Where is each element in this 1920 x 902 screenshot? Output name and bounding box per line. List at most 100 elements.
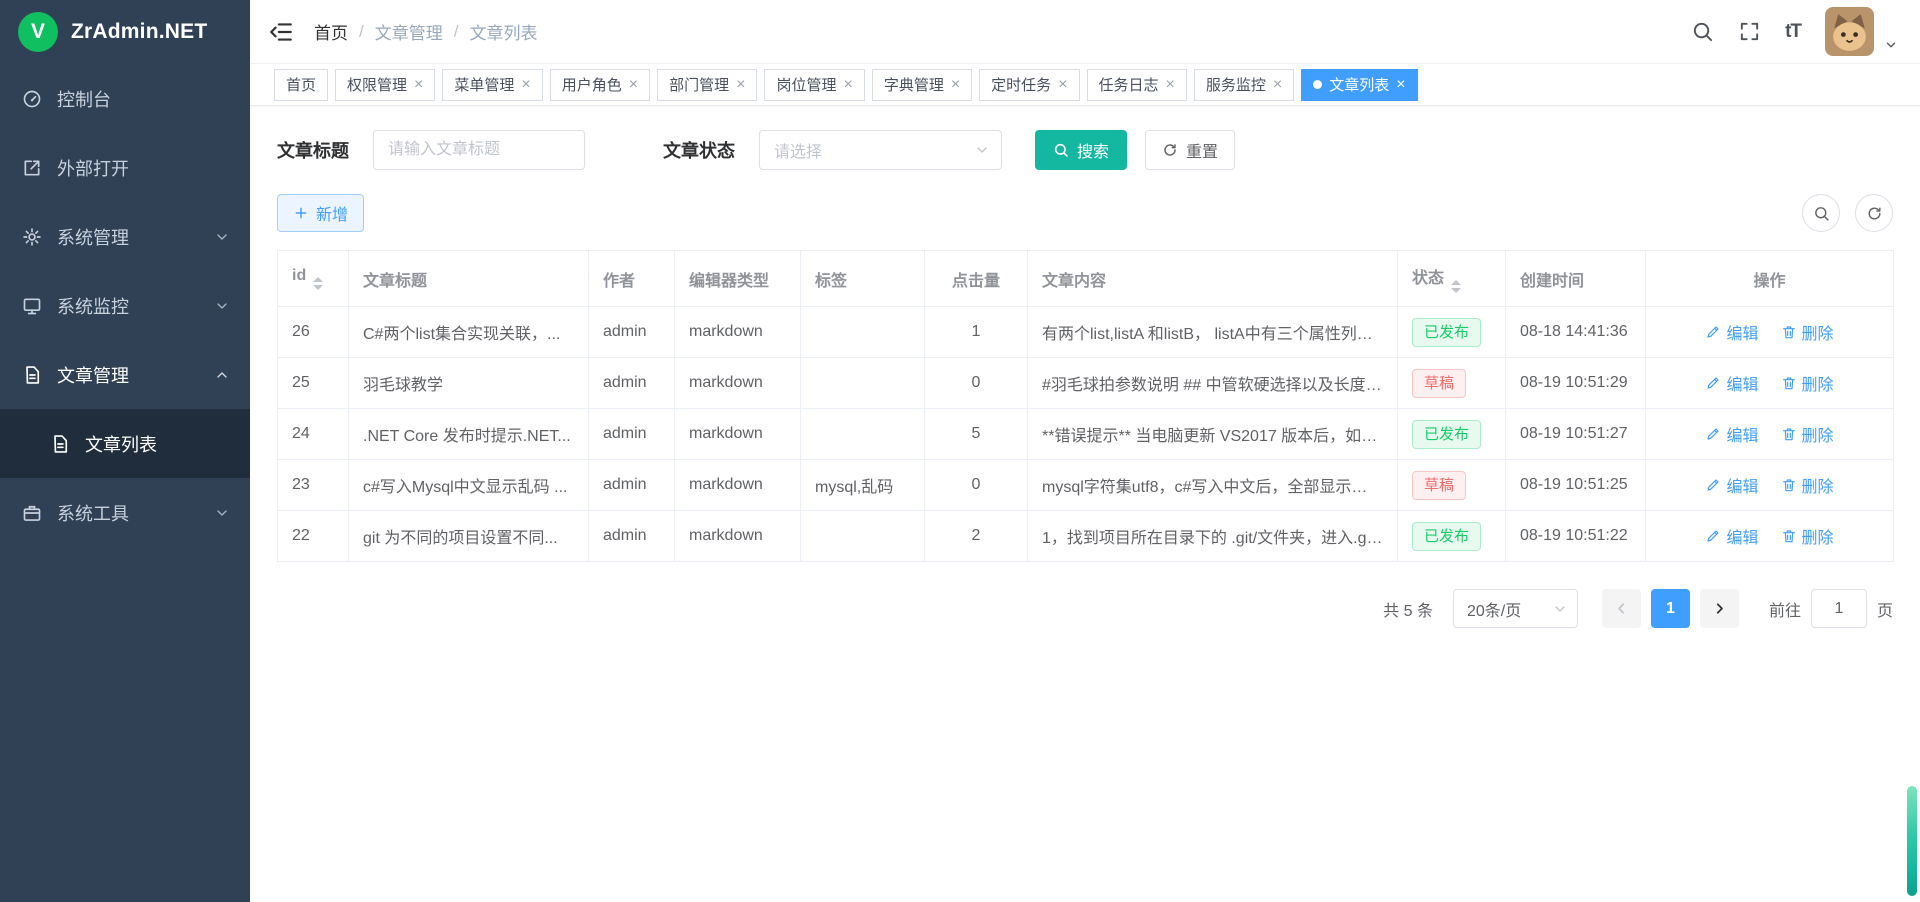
column-header-editor: 编辑器类型 [675,251,801,307]
sidebar-item-system-monitor[interactable]: 系统监控 [0,271,250,340]
scrollbar-thumb[interactable] [1907,786,1917,896]
delete-button[interactable]: 删除 [1781,371,1834,395]
table-row: 24.NET Core 发布时提示.NET...adminmarkdown5**… [278,409,1894,460]
cell-author: admin [589,460,675,511]
article-title-input[interactable] [373,130,585,170]
tag-post[interactable]: 岗位管理 × [764,69,864,101]
tag-label: 岗位管理 [776,74,836,95]
tag-permission[interactable]: 权限管理× [335,69,435,101]
tag-label: 菜单管理 [454,74,514,95]
cell-created: 08-19 10:51:25 [1506,460,1646,511]
tag-schedule[interactable]: 定时任务× [979,69,1079,101]
caret-down-icon[interactable] [1884,38,1898,52]
close-icon[interactable]: × [1396,77,1405,93]
cell-actions: 编辑删除 [1646,307,1894,358]
table-header-row: id文章标题作者编辑器类型标签点击量文章内容状态创建时间操作 [278,251,1894,307]
tag-menu[interactable]: 菜单管理 × [442,69,542,101]
fullscreen-icon[interactable] [1738,20,1761,43]
close-icon[interactable]: × [521,77,530,93]
sort-icon[interactable] [1451,280,1461,293]
cat-avatar-image [1825,7,1874,56]
cell-hits: 1 [925,307,1028,358]
close-icon[interactable]: × [951,77,960,93]
logo-icon: V [18,12,58,52]
sidebar-item-article-management[interactable]: 文章管理 [0,340,250,409]
trash-icon [1781,426,1797,442]
cell-editor: markdown [675,511,801,562]
delete-button[interactable]: 删除 [1781,473,1834,497]
doc-icon [22,365,42,385]
chevron-up-icon [214,367,230,383]
search-icon [1053,142,1069,158]
sidebar-item-system-management[interactable]: 系统管理 [0,202,250,271]
reset-button[interactable]: 重置 [1145,130,1235,170]
search-icon[interactable] [1691,20,1714,43]
close-icon[interactable]: × [736,77,745,93]
font-size-icon[interactable]: tT [1785,21,1801,43]
trash-icon [1781,375,1797,391]
article-title-label: 文章标题 [277,137,349,163]
cell-editor: markdown [675,460,801,511]
tag-server-monitor[interactable]: 服务监控× [1194,69,1294,101]
column-header-id[interactable]: id [278,251,349,307]
cell-actions: 编辑删除 [1646,511,1894,562]
tag-dictionary[interactable]: 字典管理× [872,69,972,101]
close-icon[interactable]: × [414,77,423,93]
column-header-author: 作者 [589,251,675,307]
delete-button[interactable]: 删除 [1781,422,1834,446]
goto-page-input[interactable] [1811,589,1867,628]
sidebar-item-console[interactable]: 控制台 [0,64,250,133]
tag-task-log[interactable]: 任务日志 × [1087,69,1187,101]
tag-label: 部门管理 [669,74,729,95]
cell-content: #羽毛球拍参数说明 ## 中管软硬选择以及长度介... [1028,358,1398,409]
prev-page-button[interactable] [1602,589,1641,628]
close-icon[interactable]: × [629,77,638,93]
close-icon[interactable]: × [1166,77,1175,93]
sidebar-item-system-tools[interactable]: 系统工具 [0,478,250,547]
tag-home[interactable]: 首页 [274,69,328,101]
avatar[interactable] [1825,7,1874,56]
toggle-search-button[interactable] [1802,194,1840,232]
sidebar-item-article-list[interactable]: 文章列表 [0,409,250,478]
edit-button[interactable]: 编辑 [1705,320,1758,344]
tools-icon [22,503,42,523]
tag-article-list[interactable]: 文章列表× [1301,69,1417,101]
sidebar-item-external-open[interactable]: 外部打开 [0,133,250,202]
close-icon[interactable]: × [843,77,852,93]
fold-menu-icon[interactable] [268,19,294,45]
edit-button[interactable]: 编辑 [1705,422,1758,446]
breadcrumb-item[interactable]: 首页 [314,19,348,44]
breadcrumb-item[interactable]: 文章管理 [375,19,443,44]
cell-title: git 为不同的项目设置不同... [349,511,589,562]
sidebar-item-label: 系统工具 [57,500,129,526]
tag-user-role[interactable]: 用户角色× [550,69,650,101]
close-icon[interactable]: × [1273,77,1282,93]
delete-button[interactable]: 删除 [1781,320,1834,344]
page-size-select[interactable]: 20条/页 [1453,589,1578,628]
column-header-status[interactable]: 状态 [1398,251,1506,307]
edit-button[interactable]: 编辑 [1705,473,1758,497]
next-page-button[interactable] [1700,589,1739,628]
cell-hits: 0 [925,460,1028,511]
cell-status: 已发布 [1398,409,1506,460]
article-status-select[interactable]: 请选择 [759,130,1002,170]
column-label: 操作 [1753,273,1785,290]
monitor-icon [22,296,42,316]
pagination-total: 共 5 条 [1383,597,1433,621]
cell-title: C#两个list集合实现关联，... [349,307,589,358]
sort-icon[interactable] [313,277,323,290]
cell-tags [801,358,925,409]
refresh-table-button[interactable] [1855,194,1893,232]
tag-department[interactable]: 部门管理 × [657,69,757,101]
edit-button[interactable]: 编辑 [1705,524,1758,548]
delete-button[interactable]: 删除 [1781,524,1834,548]
tag-label: 任务日志 [1099,74,1159,95]
select-placeholder: 请选择 [774,138,822,162]
add-button[interactable]: 新增 [277,194,364,232]
edit-button[interactable]: 编辑 [1705,371,1758,395]
column-header-tags: 标签 [801,251,925,307]
breadcrumb-item[interactable]: 文章列表 [469,19,537,44]
close-icon[interactable]: × [1058,77,1067,93]
search-button[interactable]: 搜索 [1035,130,1127,170]
page-number-button[interactable]: 1 [1651,589,1690,628]
